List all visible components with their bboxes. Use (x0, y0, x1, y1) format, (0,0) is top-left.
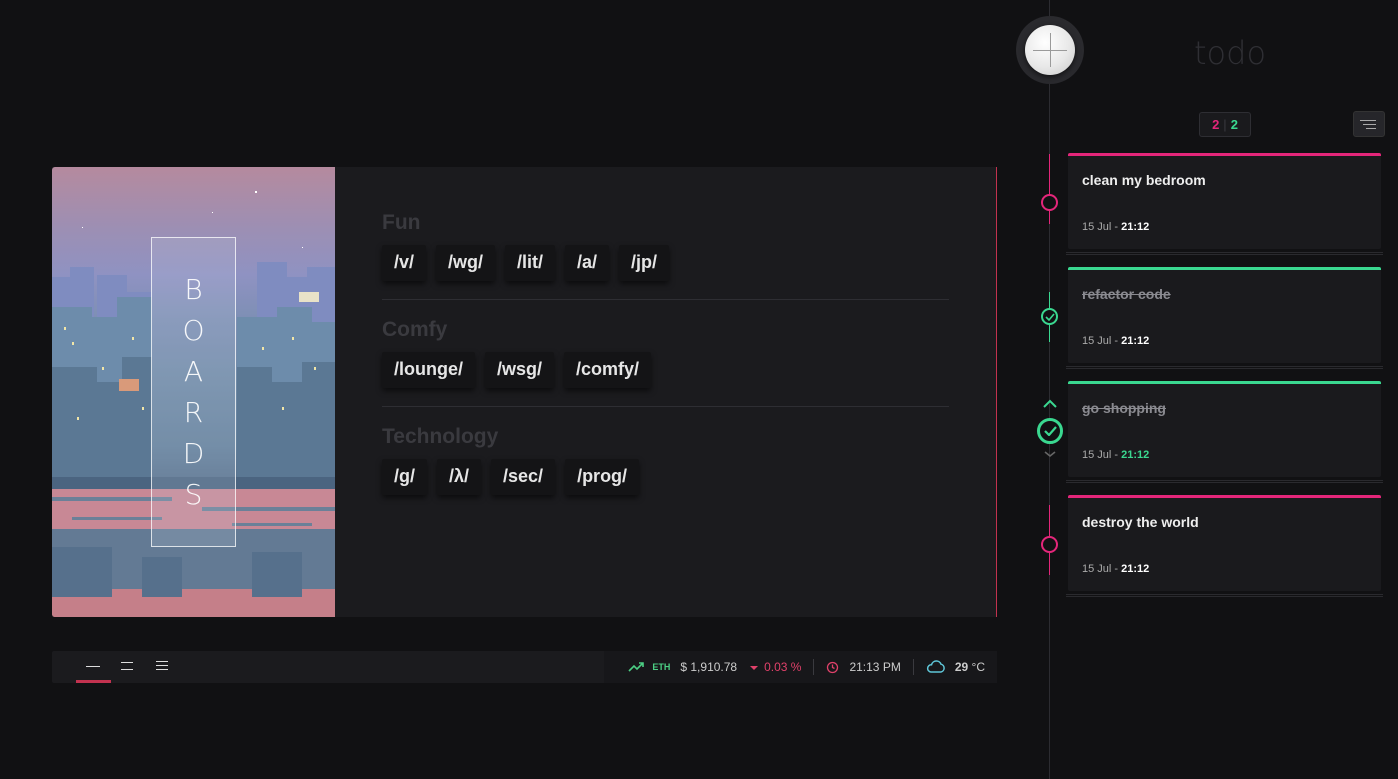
single-line-view-button[interactable] (76, 651, 111, 683)
board-links: Fun /v/ /wg/ /lit/ /a/ /jp/ Comfy /loung… (382, 211, 949, 531)
todo-name: refactor code (1082, 286, 1171, 302)
temperature-unit: °C (971, 660, 985, 674)
crypto-ticker: ETH (652, 662, 671, 672)
boards-letter: O (182, 314, 205, 347)
boards-letter: A (183, 355, 204, 388)
board-link[interactable]: /λ/ (437, 459, 482, 495)
chevron-down-icon[interactable] (1044, 450, 1056, 458)
done-count: 2 (1230, 117, 1238, 132)
temperature-value: 29 (954, 660, 969, 674)
double-line-view-button[interactable] (111, 651, 146, 683)
boards-letter: B (184, 273, 203, 306)
boards-card: B O A R D S Fun /v/ /wg/ /lit/ /a/ /jp/ … (52, 167, 997, 617)
todo-name: destroy the world (1082, 514, 1199, 530)
boards-letter: S (184, 478, 203, 511)
link-group-comfy: Comfy /lounge/ /wsg/ /comfy/ (382, 318, 949, 407)
triple-line-view-button[interactable] (146, 651, 181, 683)
todo-date: 15 Jul - 21:12 (1082, 221, 1150, 233)
trend-up-icon (628, 662, 645, 672)
board-link[interactable]: /lit/ (505, 245, 556, 281)
chevron-up-icon[interactable] (1042, 399, 1058, 409)
cloud-icon (926, 660, 945, 673)
crypto-price: $ 1,910.78 (680, 660, 738, 674)
pending-count: 2 (1212, 117, 1220, 132)
todo-counter: 2 | 2 (1199, 112, 1251, 137)
todo-status-open-icon[interactable] (1041, 194, 1058, 211)
link-group-fun: Fun /v/ /wg/ /lit/ /a/ /jp/ (382, 211, 949, 300)
todo-date: 15 Jul - 21:12 (1082, 335, 1150, 347)
board-link[interactable]: /lounge/ (382, 352, 475, 388)
link-group-technology: Technology /g/ /λ/ /sec/ /prog/ (382, 425, 949, 513)
caret-down-icon (750, 666, 759, 670)
board-link[interactable]: /prog/ (565, 459, 640, 495)
view-switcher (76, 651, 181, 683)
todo-item[interactable]: go shopping 15 Jul - 21:12 (1066, 381, 1383, 483)
board-link[interactable]: /wsg/ (485, 352, 555, 388)
todo-item[interactable]: clean my bedroom 15 Jul - 21:12 (1066, 153, 1383, 255)
clock-time: 21:13 PM (849, 660, 901, 674)
board-link[interactable]: /wg/ (436, 245, 496, 281)
city-illustration: B O A R D S (52, 167, 335, 617)
todo-title: todo (1194, 34, 1267, 72)
todo-date: 15 Jul - 21:12 (1082, 449, 1150, 461)
todo-name: clean my bedroom (1082, 172, 1206, 188)
todo-item[interactable]: destroy the world 15 Jul - 21:12 (1066, 495, 1383, 597)
sort-menu-button[interactable] (1353, 111, 1385, 137)
boards-label: B O A R D S (151, 237, 236, 547)
boards-letter: D (182, 437, 205, 470)
group-title: Technology (382, 425, 499, 448)
group-title: Fun (382, 211, 421, 234)
board-link[interactable]: /comfy/ (564, 352, 652, 388)
board-link[interactable]: /jp/ (619, 245, 670, 281)
clock-icon (827, 661, 839, 673)
board-link[interactable]: /g/ (382, 459, 427, 495)
add-todo-button[interactable] (1016, 16, 1084, 84)
todo-date: 15 Jul - 21:12 (1082, 563, 1150, 575)
status-bar: ETH $ 1,910.78 0.03 % 21:13 PM 29 °C (52, 651, 997, 683)
todo-status-done-icon[interactable] (1041, 308, 1058, 325)
todo-name: go shopping (1082, 400, 1166, 416)
widget-strip: ETH $ 1,910.78 0.03 % 21:13 PM 29 °C (604, 651, 997, 683)
timeline-line (1049, 0, 1050, 779)
todo-status-selected-icon[interactable] (1037, 418, 1063, 444)
board-link[interactable]: /a/ (565, 245, 610, 281)
plus-icon (1025, 25, 1075, 75)
todo-status-open-icon[interactable] (1041, 536, 1058, 553)
boards-letter: R (183, 396, 204, 429)
board-link[interactable]: /v/ (382, 245, 427, 281)
board-link[interactable]: /sec/ (491, 459, 556, 495)
group-title: Comfy (382, 318, 448, 341)
crypto-change: 0.03 % (764, 660, 802, 674)
todo-item[interactable]: refactor code 15 Jul - 21:12 (1066, 267, 1383, 369)
